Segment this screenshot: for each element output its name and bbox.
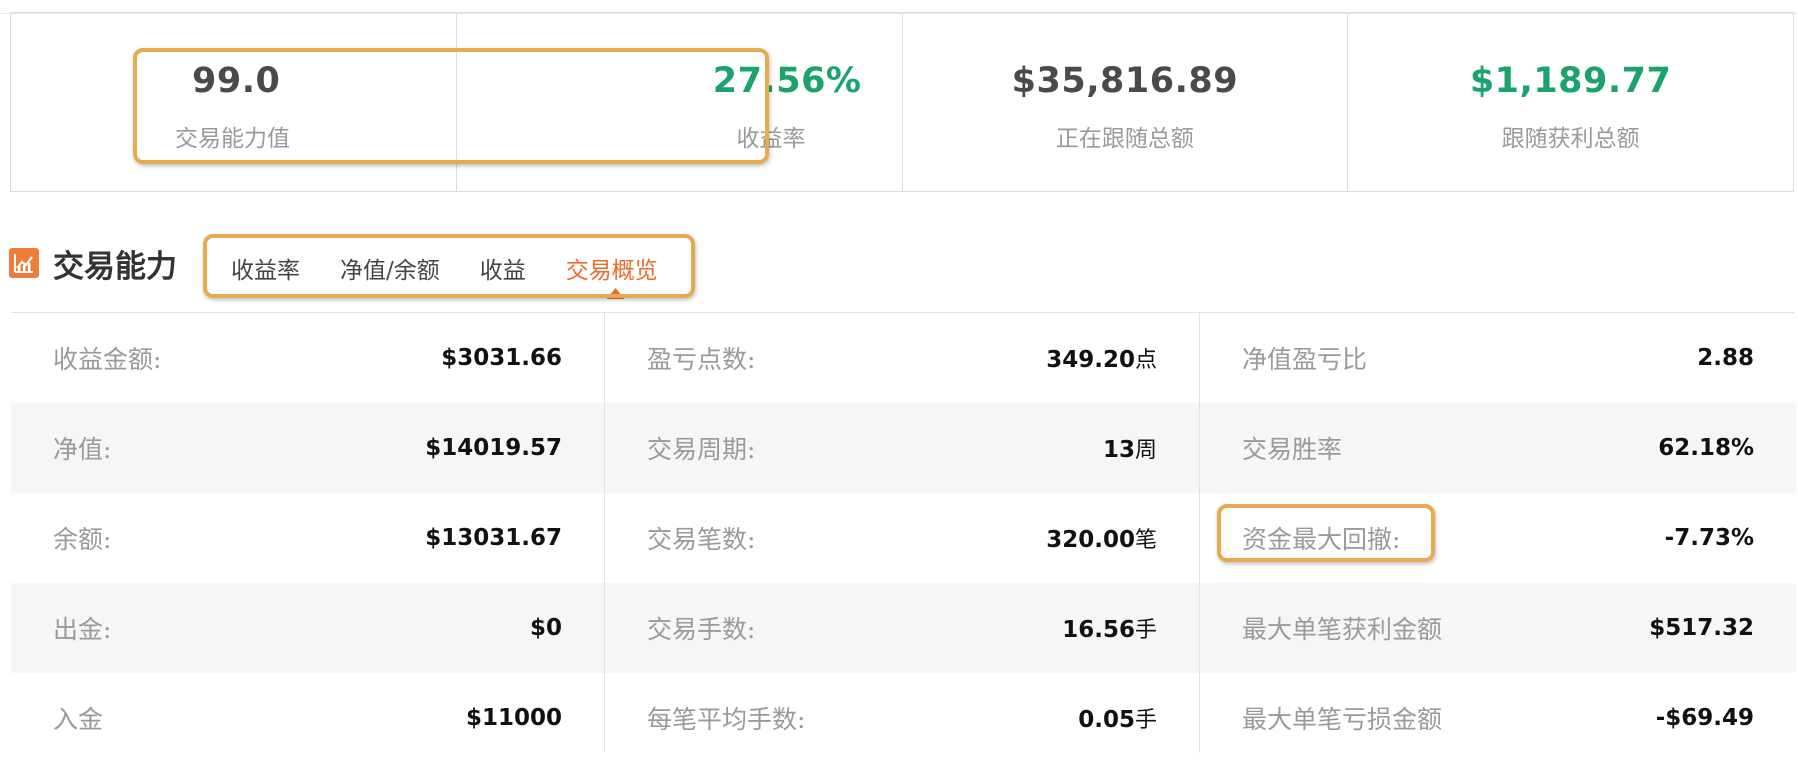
row-label: 净值盈亏比 xyxy=(1242,345,1368,374)
row-label: 出金: xyxy=(53,615,112,644)
stat-trading-ability: 99.0 交易能力值 xyxy=(11,13,457,191)
row-label: 盈亏点数: xyxy=(647,345,756,374)
row-value: 349.20点 xyxy=(1046,347,1157,373)
row-label: 净值: xyxy=(53,435,112,464)
table-row: 交易胜率 62.18% xyxy=(1200,403,1796,493)
table-row: 入金 $11000 xyxy=(11,673,604,763)
table-row: 资金最大回撤: -7.73% xyxy=(1200,493,1796,583)
trading-overview-grid: 收益金额: $3031.66 净值: $14019.57 余额: $13031.… xyxy=(11,312,1796,753)
table-row: 净值盈亏比 2.88 xyxy=(1200,313,1796,403)
table-row: 最大单笔获利金额 $517.32 xyxy=(1200,583,1796,673)
row-label: 入金 xyxy=(53,705,104,734)
stat-label: 跟随获利总额 xyxy=(1501,126,1640,152)
row-label: 余额: xyxy=(53,525,112,554)
row-value: 16.56手 xyxy=(1062,617,1157,643)
row-value: $517.32 xyxy=(1649,615,1754,641)
row-value: 13周 xyxy=(1102,437,1157,463)
tab-return-rate[interactable]: 收益率 xyxy=(231,251,300,285)
chart-tabs: 收益率 净值/余额 收益 交易概览 xyxy=(231,246,658,290)
overview-column-ratios: 净值盈亏比 2.88 交易胜率 62.18% 资金最大回撤: -7.73% 最大… xyxy=(1200,313,1796,753)
table-row: 最大单笔亏损金额 -$69.49 xyxy=(1200,673,1796,763)
stat-value: 27.56% xyxy=(712,61,862,101)
row-value: $13031.67 xyxy=(425,525,562,551)
table-row: 交易手数: 16.56手 xyxy=(605,583,1199,673)
row-label: 收益金额: xyxy=(53,345,162,374)
table-row: 盈亏点数: 349.20点 xyxy=(605,313,1199,403)
section-title: 交易能力 xyxy=(53,248,177,285)
stat-value: $35,816.89 xyxy=(1011,61,1239,101)
stat-value: $1,189.77 xyxy=(1469,61,1672,101)
table-row: 交易笔数: 320.00笔 xyxy=(605,493,1199,583)
stat-label: 交易能力值 xyxy=(175,126,290,152)
chart-icon xyxy=(9,248,39,278)
tab-profit[interactable]: 收益 xyxy=(480,251,526,285)
row-value: 320.00笔 xyxy=(1046,527,1157,553)
row-value: $0 xyxy=(529,615,562,641)
row-label: 最大单笔亏损金额 xyxy=(1242,705,1443,734)
row-value: 62.18% xyxy=(1658,435,1754,461)
overview-column-trades: 盈亏点数: 349.20点 交易周期: 13周 交易笔数: 320.00笔 交易… xyxy=(605,313,1200,753)
stat-following-total: $35,816.89 正在跟随总额 xyxy=(903,13,1349,191)
table-row: 出金: $0 xyxy=(11,583,604,673)
table-row: 余额: $13031.67 xyxy=(11,493,604,583)
row-value: $11000 xyxy=(465,705,562,731)
row-label: 资金最大回撤: xyxy=(1242,525,1401,554)
stat-label: 收益率 xyxy=(736,126,806,152)
row-label: 交易笔数: xyxy=(647,525,756,554)
row-value: $3031.66 xyxy=(441,345,562,371)
row-label: 每笔平均手数: xyxy=(647,705,806,734)
stat-label: 正在跟随总额 xyxy=(1055,126,1194,152)
row-value: -7.73% xyxy=(1664,525,1754,551)
tab-trading-overview[interactable]: 交易概览 xyxy=(566,251,658,285)
section-header: 交易能力 xyxy=(9,238,177,288)
table-row: 交易周期: 13周 xyxy=(605,403,1199,493)
tab-equity-balance[interactable]: 净值/余额 xyxy=(340,251,440,285)
row-label: 交易胜率 xyxy=(1242,435,1343,464)
table-row: 净值: $14019.57 xyxy=(11,403,604,493)
table-row: 每笔平均手数: 0.05手 xyxy=(605,673,1199,763)
row-value: 2.88 xyxy=(1697,345,1754,371)
overview-column-funds: 收益金额: $3031.66 净值: $14019.57 余额: $13031.… xyxy=(11,313,605,753)
row-value: $14019.57 xyxy=(425,435,562,461)
row-value: 0.05手 xyxy=(1078,707,1157,733)
row-value: -$69.49 xyxy=(1655,705,1754,731)
row-label: 交易周期: xyxy=(647,435,756,464)
stat-value: 99.0 xyxy=(192,61,281,101)
row-label: 最大单笔获利金额 xyxy=(1242,615,1443,644)
stats-summary: 99.0 交易能力值 27.56% 收益率 $35,816.89 正在跟随总额 … xyxy=(1,12,1797,192)
stat-return-rate: 27.56% 收益率 xyxy=(457,13,903,191)
stat-following-profit: $1,189.77 跟随获利总额 xyxy=(1348,13,1793,191)
table-row: 收益金额: $3031.66 xyxy=(11,313,604,403)
row-label: 交易手数: xyxy=(647,615,756,644)
